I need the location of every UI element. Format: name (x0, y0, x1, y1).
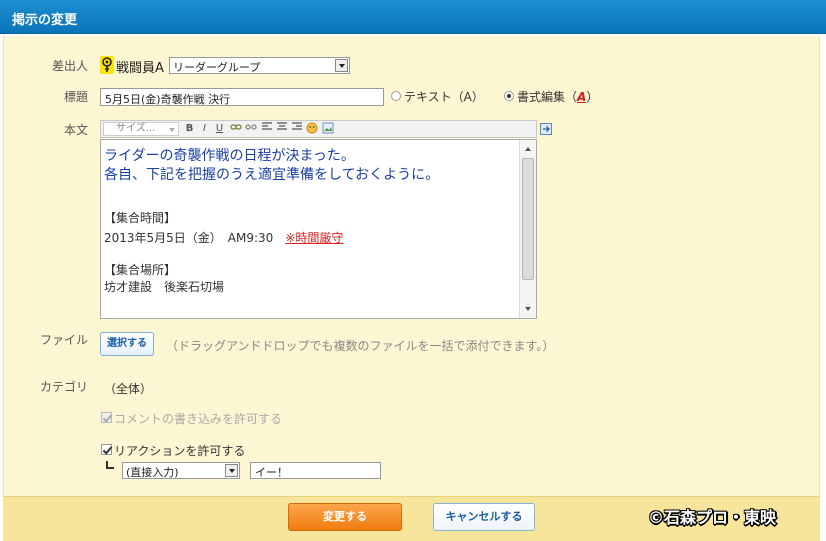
italic-button[interactable]: I (198, 122, 211, 136)
cancel-button[interactable]: キャンセルする (433, 503, 535, 531)
unlink-icon[interactable] (244, 122, 257, 136)
submit-change-button[interactable]: 変更する (288, 503, 402, 531)
time-value: 2013年5月5日（金） AM9:30 (104, 231, 286, 245)
subject-label: 標題 (63, 90, 88, 104)
time-line: 2013年5月5日（金） AM9:30 ※時間厳守 (104, 229, 343, 246)
chevron-down-icon (225, 464, 238, 477)
time-heading: 【集合時間】 (104, 211, 177, 225)
link-icon[interactable] (229, 122, 242, 136)
font-size-select[interactable]: サイズ... (103, 122, 179, 136)
editor-toolbar: サイズ... B I U (100, 120, 537, 138)
format-rich-radio[interactable] (504, 91, 514, 101)
select-file-button[interactable]: 選択する (100, 332, 154, 356)
sender-group-select[interactable]: リーダーグループ (169, 57, 350, 74)
scrollbar-thumb[interactable] (522, 158, 534, 280)
place-value: 坊才建設 後楽石切場 (104, 280, 225, 294)
reaction-type-select[interactable]: (直接入力) (122, 462, 240, 479)
sender-name: 戦闘員A (116, 61, 164, 76)
format-rich-accelerator: A (577, 90, 587, 104)
allow-comments-label: コメントの書き込みを許可する (114, 412, 283, 426)
format-rich-text: 書式編集（ (517, 90, 578, 104)
emoji-icon[interactable] (305, 122, 318, 136)
body-line-1: ライダーの奇襲作戦の日程が決まった。 (104, 148, 355, 164)
allow-comments-checkbox[interactable] (101, 412, 112, 423)
body-line-2: 各自、下記を把握のうえ適宜準備をしておくように。 (104, 167, 440, 183)
format-text-label[interactable]: テキスト（A） (404, 88, 484, 105)
sender-label: 差出人 (51, 59, 88, 73)
copyright-notice: ©石森プロ・東映 (648, 508, 777, 527)
subject-input[interactable]: 5月5日(金)奇襲作戦 決行 (100, 88, 384, 106)
sender-group-value: リーダーグループ (173, 61, 261, 74)
file-drop-hint: （ドラッグアンドドロップでも複数のファイルを一括で添付できます。） (166, 339, 555, 353)
tree-branch-icon (106, 461, 114, 469)
category-value: （全体） (104, 382, 153, 396)
align-center-icon[interactable] (275, 122, 288, 136)
reaction-text-value: イー！ (255, 466, 288, 479)
subject-value: 5月5日(金)奇襲作戦 決行 (105, 93, 231, 106)
time-warning-link[interactable]: ※時間厳守 (285, 231, 343, 245)
user-avatar-icon (100, 56, 114, 74)
allow-reactions-label: リアクションを許可する (114, 444, 246, 458)
expand-editor-icon[interactable] (540, 123, 552, 135)
window-titlebar: 掲示の変更 (0, 0, 826, 34)
editor-scrollbar[interactable] (519, 140, 536, 318)
align-right-icon[interactable] (290, 122, 303, 136)
bold-button[interactable]: B (183, 122, 196, 136)
window-title: 掲示の変更 (12, 13, 78, 28)
format-rich-label[interactable]: 書式編集（A） (517, 88, 598, 105)
scroll-down-icon[interactable] (525, 307, 531, 311)
chevron-down-icon (335, 59, 348, 72)
reaction-text-input[interactable]: イー！ (250, 462, 381, 479)
category-label: カテゴリ (39, 380, 88, 394)
place-heading: 【集合場所】 (104, 263, 177, 277)
allow-reactions-checkbox[interactable] (101, 444, 112, 455)
image-icon[interactable] (321, 122, 334, 136)
reaction-type-value: (直接入力) (126, 466, 179, 479)
body-editor[interactable]: ライダーの奇襲作戦の日程が決まった。 各自、下記を把握のうえ適宜準備をしておくよ… (100, 139, 537, 319)
format-text-radio[interactable] (391, 91, 401, 101)
file-label: ファイル (39, 333, 88, 347)
align-left-icon[interactable] (260, 122, 273, 136)
scroll-up-icon[interactable] (525, 147, 531, 151)
underline-button[interactable]: U (213, 122, 226, 136)
format-rich-close: ） (586, 90, 599, 104)
body-label: 本文 (63, 123, 88, 137)
